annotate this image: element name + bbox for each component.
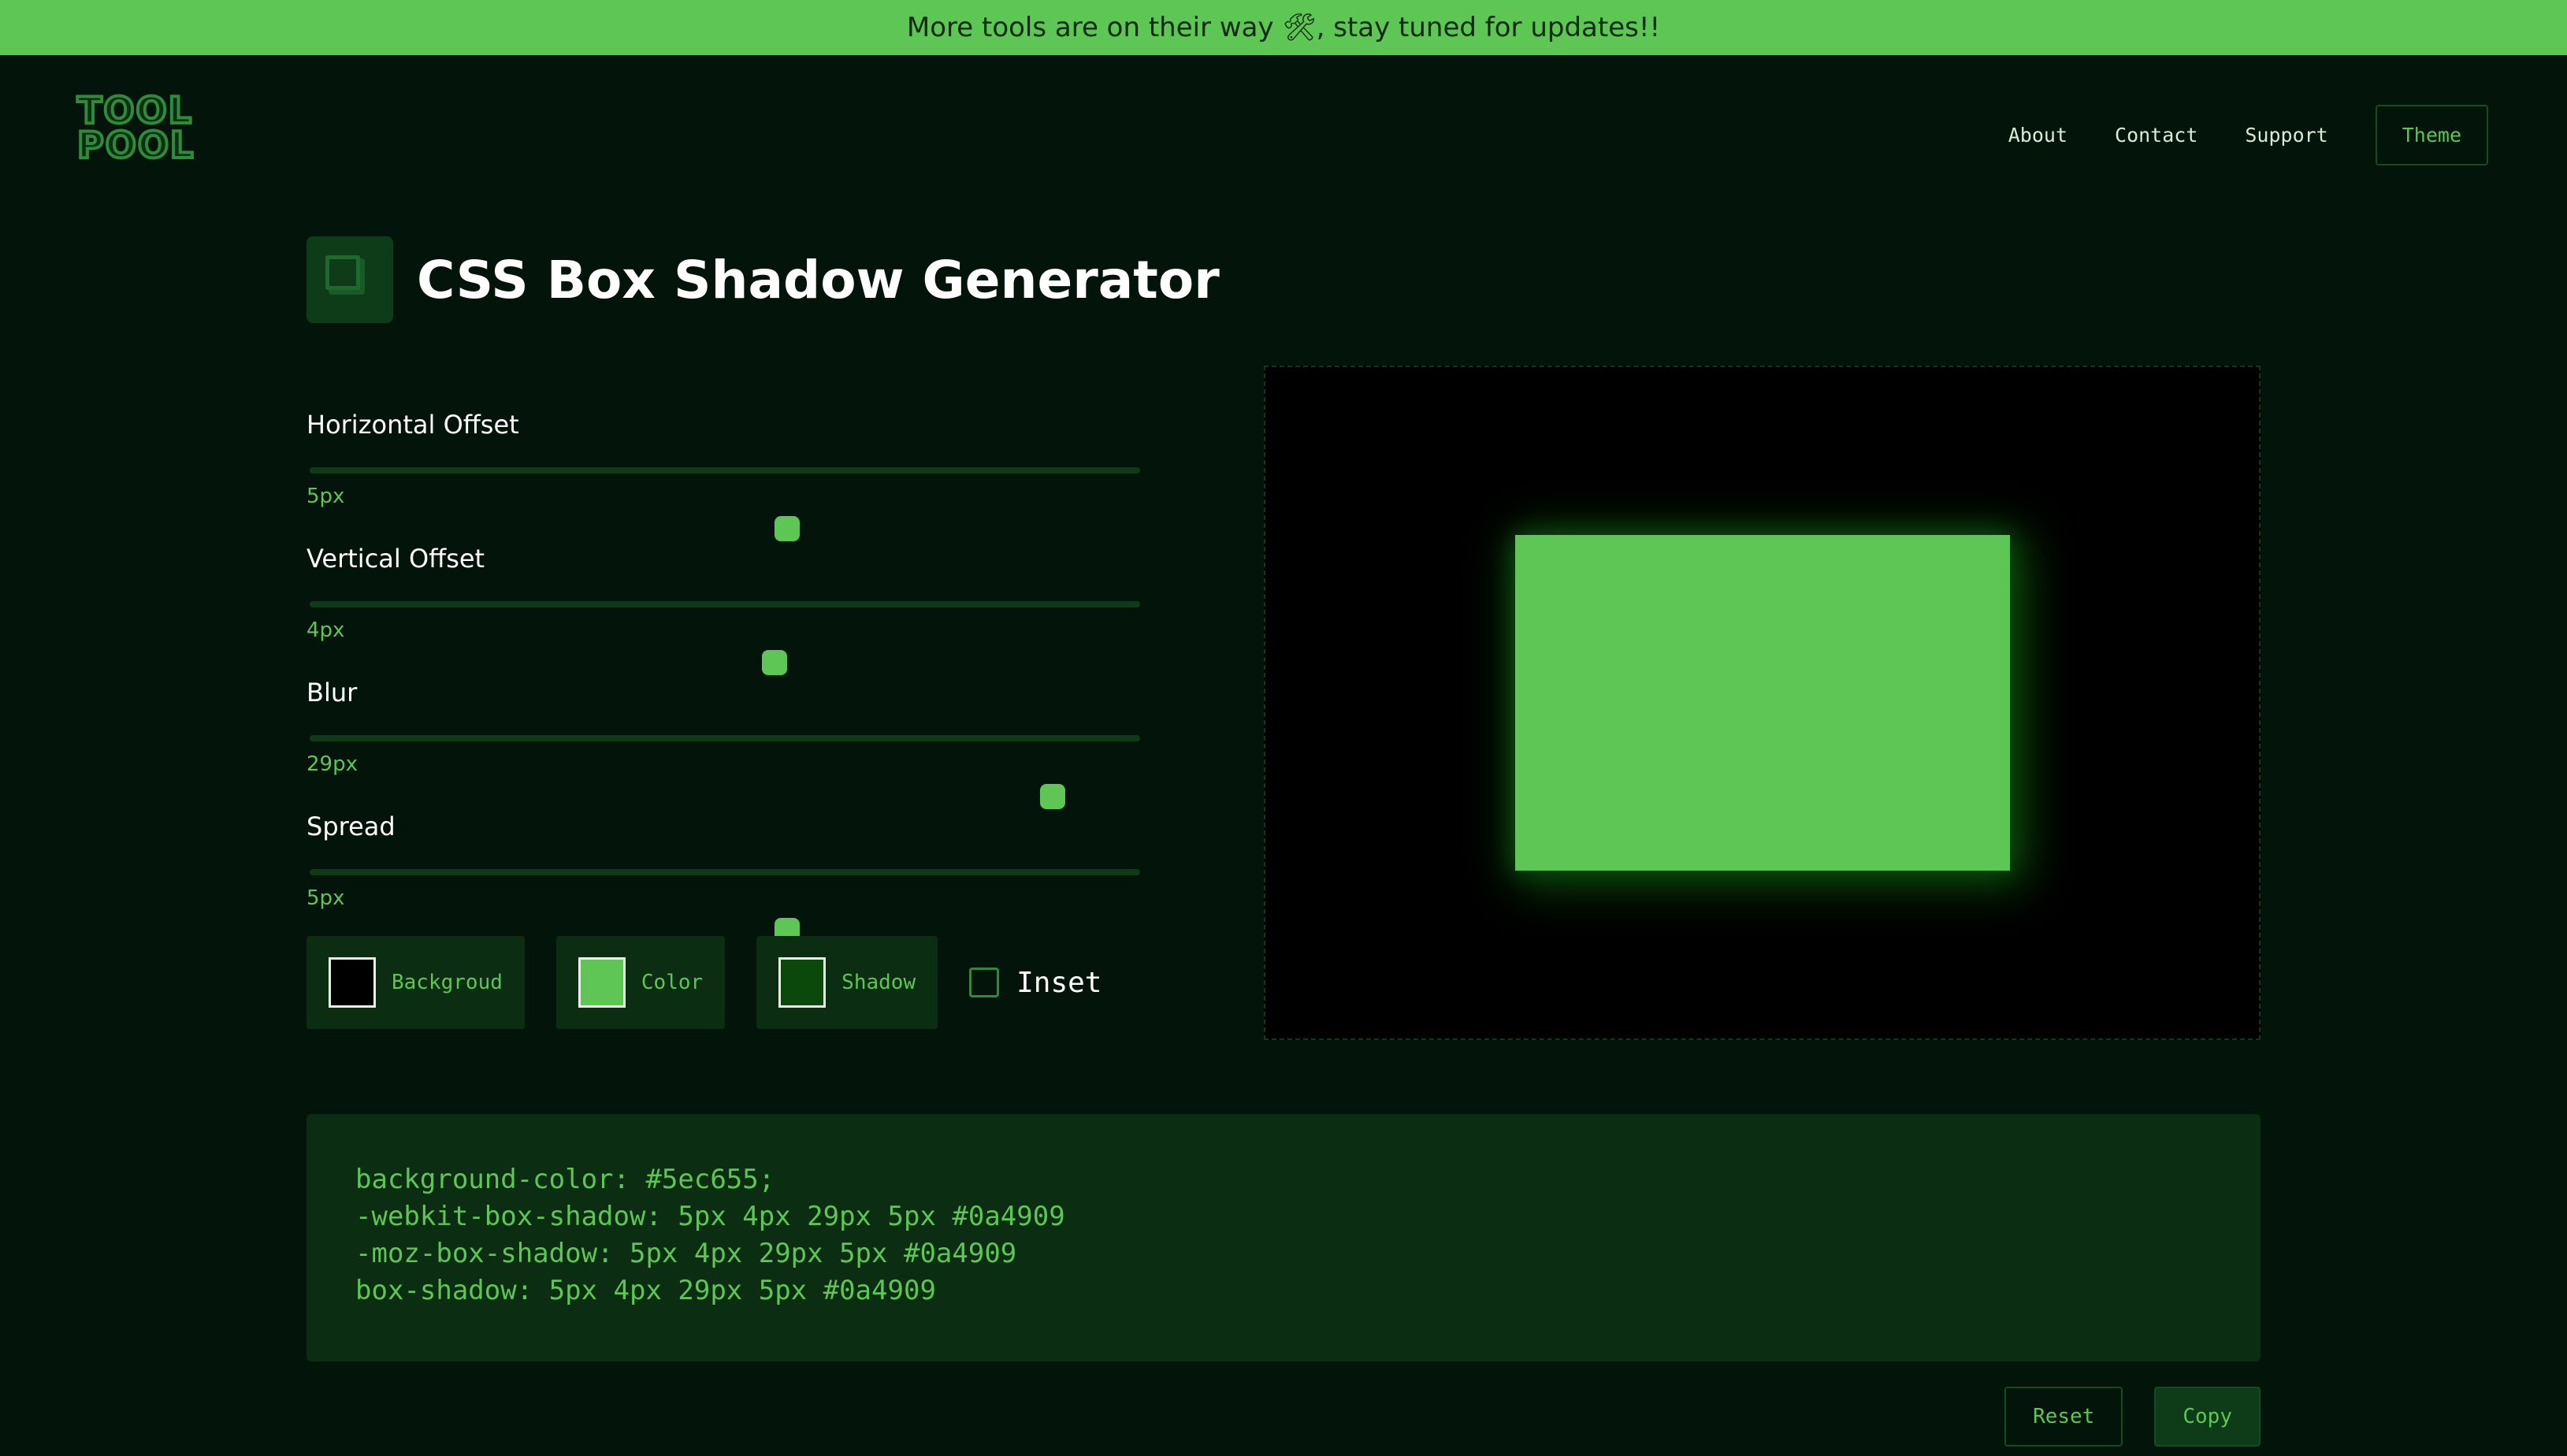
slider-vertical-offset: Vertical Offset 4px	[306, 544, 1142, 678]
page-title: CSS Box Shadow Generator	[417, 249, 1220, 310]
slider-blur: Blur 29px	[306, 678, 1142, 812]
logo-line-1: TOOL	[76, 89, 193, 132]
shadow-controls: Horizontal Offset 5px Vertical Offset 4p…	[306, 410, 1142, 945]
inset-label: Inset	[1016, 966, 1102, 999]
slider-track[interactable]	[310, 869, 1140, 943]
slider-label: Spread	[306, 812, 396, 841]
shadow-swatch[interactable]	[778, 957, 827, 1008]
slider-thumb[interactable]	[762, 650, 788, 675]
slider-value: 4px	[306, 618, 345, 642]
slider-track[interactable]	[310, 467, 1140, 541]
copy-button[interactable]: Copy	[2154, 1387, 2261, 1447]
slider-label: Horizontal Offset	[306, 410, 519, 440]
color-picker-label: Color	[641, 971, 704, 994]
box-shadow-icon	[306, 236, 393, 323]
code-line: -moz-box-shadow: 5px 4px 29px 5px #0a490…	[355, 1238, 1017, 1269]
top-nav: About Contact Support Theme	[1961, 105, 2488, 165]
banner-text: More tools are on their way 🛠, stay tune…	[906, 12, 1661, 43]
css-output: background-color: #5ec655; -webkit-box-s…	[306, 1114, 2261, 1361]
background-picker-label: Backgroud	[392, 971, 503, 994]
slider-value: 5px	[306, 886, 345, 910]
background-color-picker[interactable]: Backgroud	[306, 936, 525, 1029]
reset-button[interactable]: Reset	[2004, 1387, 2123, 1447]
slider-value: 5px	[306, 485, 345, 508]
code-line: box-shadow: 5px 4px 29px 5px #0a4909	[355, 1275, 936, 1306]
slider-horizontal-offset: Horizontal Offset 5px	[306, 410, 1142, 544]
page-header: CSS Box Shadow Generator	[306, 236, 1220, 323]
slider-label: Blur	[306, 678, 358, 708]
box-color-picker[interactable]: Color	[555, 936, 726, 1029]
shadow-picker-label: Shadow	[841, 971, 916, 994]
shadow-color-picker[interactable]: Shadow	[756, 936, 938, 1029]
slider-value: 29px	[306, 752, 358, 776]
announcement-banner: More tools are on their way 🛠, stay tune…	[0, 0, 2567, 55]
toolpool-logo[interactable]: TOOL POOL	[76, 89, 206, 169]
action-buttons: Reset Copy	[1973, 1387, 2261, 1447]
slider-spread: Spread 5px	[306, 812, 1142, 945]
slider-track[interactable]	[310, 601, 1140, 675]
slider-thumb[interactable]	[775, 516, 801, 541]
inset-checkbox[interactable]	[969, 968, 1000, 997]
nav-about-link[interactable]: About	[2008, 124, 2067, 147]
theme-button[interactable]: Theme	[2375, 105, 2488, 165]
nav-contact-link[interactable]: Contact	[2115, 124, 2197, 147]
color-swatch[interactable]	[578, 957, 626, 1008]
background-swatch[interactable]	[329, 957, 376, 1008]
nav-support-link[interactable]: Support	[2245, 124, 2327, 147]
logo-line-2: POOL	[76, 124, 195, 166]
slider-track[interactable]	[310, 735, 1140, 809]
preview-box	[1515, 535, 2010, 871]
code-line: background-color: #5ec655;	[355, 1164, 775, 1195]
shadow-preview-area	[1264, 366, 2261, 1040]
slider-thumb[interactable]	[1040, 784, 1066, 809]
code-line: -webkit-box-shadow: 5px 4px 29px 5px #0a…	[355, 1201, 1065, 1232]
color-pickers: Backgroud Color Shadow Inset	[306, 936, 1101, 1029]
slider-label: Vertical Offset	[306, 544, 485, 574]
